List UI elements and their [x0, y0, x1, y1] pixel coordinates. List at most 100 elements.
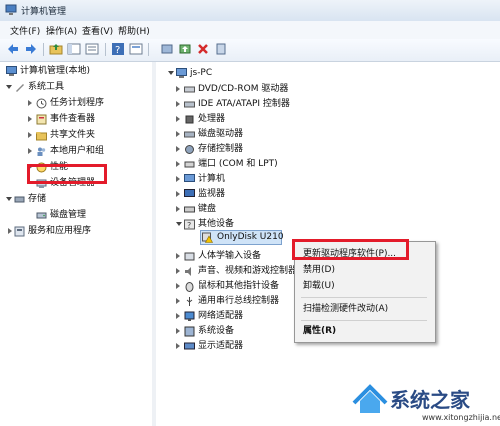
expand-icon[interactable] — [28, 116, 32, 122]
toolbar-separator — [105, 43, 106, 56]
usb-icon — [186, 297, 193, 306]
device-category-label: 网络适配器 — [198, 311, 244, 321]
watermark-url: www.xitongzhijia.net — [422, 413, 500, 422]
tree-services-label: 服务和应用程序 — [28, 226, 92, 236]
storage-controller-icon — [185, 145, 194, 154]
back-icon[interactable] — [6, 42, 20, 56]
expand-icon[interactable] — [176, 176, 180, 182]
collapse-icon[interactable] — [6, 197, 12, 201]
toolbar: ? — [0, 39, 500, 62]
collapse-icon[interactable] — [176, 222, 182, 226]
expand-icon[interactable] — [28, 100, 32, 106]
services-icon — [14, 226, 25, 237]
expand-icon[interactable] — [28, 132, 32, 138]
uninstall-menu-item[interactable]: 卸载(U) — [303, 279, 335, 294]
collapse-icon[interactable] — [168, 71, 174, 75]
mouse-icon — [185, 282, 194, 292]
computer-management-icon — [5, 4, 17, 15]
scan-hardware-menu-item[interactable]: 扫描检测硬件改动(A) — [303, 302, 388, 317]
disk-drive-icon — [184, 131, 195, 138]
monitor-icon — [184, 189, 195, 197]
menu-view[interactable]: 查看(V) — [80, 24, 115, 37]
device-category-label: 鼠标和其他指针设备 — [198, 281, 280, 291]
uninstall-icon[interactable] — [196, 42, 210, 56]
up-folder-icon[interactable] — [49, 42, 63, 56]
properties-menu-item[interactable]: 属性(R) — [303, 324, 336, 339]
tree-item-label: 共享文件夹 — [50, 130, 96, 140]
device-category-label: 声音、视频和游戏控制器 — [198, 266, 298, 276]
menu-action[interactable]: 操作(A) — [44, 24, 79, 37]
device-category-label: 端口 (COM 和 LPT) — [198, 159, 278, 169]
expand-icon[interactable] — [176, 131, 180, 137]
device-category-label: 处理器 — [198, 114, 226, 124]
expand-icon[interactable] — [176, 313, 180, 319]
expand-icon[interactable] — [176, 343, 180, 349]
help-icon[interactable]: ? — [111, 42, 125, 56]
sound-icon — [185, 267, 191, 276]
computer-management-icon — [6, 66, 17, 76]
expand-icon[interactable] — [28, 148, 32, 154]
storage-icon — [14, 196, 25, 203]
tree-system-tools-label: 系统工具 — [28, 82, 65, 92]
tree-root-label: 计算机管理(本地) — [20, 66, 91, 76]
expand-icon[interactable] — [176, 101, 180, 107]
system-device-icon — [184, 326, 195, 337]
menu-help[interactable]: 帮助(H) — [116, 24, 152, 37]
expand-icon[interactable] — [176, 161, 180, 167]
highlight-update-driver — [292, 239, 409, 260]
device-category-label: 存储控制器 — [198, 144, 244, 154]
show-hide-tree-icon[interactable] — [67, 42, 81, 56]
expand-icon[interactable] — [176, 206, 180, 212]
expand-icon[interactable] — [176, 253, 180, 259]
tree-item-label: 事件查看器 — [50, 114, 96, 124]
expand-icon[interactable] — [176, 116, 180, 122]
expand-icon[interactable] — [176, 146, 180, 152]
display-adapter-icon — [184, 342, 195, 350]
list-view-icon[interactable] — [85, 42, 99, 56]
network-adapter-icon — [184, 311, 195, 321]
device-category-label: 显示适配器 — [198, 341, 244, 351]
title-bar: 计算机管理 — [0, 0, 500, 22]
watermark: 系统之家 www.xitongzhijia.net — [346, 381, 500, 426]
warning-device-icon — [202, 232, 213, 243]
expand-icon[interactable] — [176, 283, 180, 289]
expand-icon[interactable] — [176, 298, 180, 304]
processor-icon — [185, 115, 194, 124]
computer-icon — [184, 174, 195, 182]
menu-separator — [301, 297, 427, 298]
event-viewer-icon — [36, 114, 47, 125]
toolbar-separator — [43, 43, 44, 56]
tree-item-label: 本地用户和组 — [50, 146, 105, 156]
tree-item-label: 任务计划程序 — [50, 98, 105, 108]
expand-icon[interactable] — [176, 328, 180, 334]
enable-device-icon[interactable] — [214, 42, 228, 56]
properties-icon[interactable] — [129, 42, 143, 56]
menu-bar: 文件(F) 操作(A) 查看(V) 帮助(H) — [0, 21, 500, 40]
expand-icon[interactable] — [8, 228, 12, 234]
scan-hardware-icon[interactable] — [160, 42, 174, 56]
update-driver-icon[interactable] — [178, 42, 192, 56]
forward-icon[interactable] — [24, 42, 38, 56]
tools-icon — [16, 84, 24, 92]
device-category-label: 磁盘驱动器 — [198, 129, 244, 139]
expand-icon[interactable] — [176, 191, 180, 197]
computer-icon — [176, 68, 187, 78]
selected-device-onlydisk[interactable]: OnlyDisk U210 — [200, 230, 284, 245]
collapse-icon[interactable] — [6, 85, 12, 89]
expand-icon[interactable] — [176, 268, 180, 274]
toolbar-separator — [148, 43, 149, 56]
window-title: 计算机管理 — [21, 7, 67, 17]
dvd-drive-icon — [184, 86, 195, 93]
unknown-device-icon: ? — [184, 219, 195, 230]
highlight-device-manager — [27, 164, 107, 184]
disk-management-icon — [36, 212, 47, 219]
hid-icon — [184, 252, 195, 261]
device-category-label: IDE ATA/ATAPI 控制器 — [198, 99, 290, 109]
device-category-label: 计算机 — [198, 174, 226, 184]
ide-controller-icon — [184, 101, 195, 108]
watermark-text: 系统之家 — [390, 388, 470, 412]
expand-icon[interactable] — [176, 86, 180, 92]
disable-menu-item[interactable]: 禁用(D) — [303, 263, 335, 278]
menu-file[interactable]: 文件(F) — [8, 24, 42, 37]
menu-separator — [301, 320, 427, 321]
